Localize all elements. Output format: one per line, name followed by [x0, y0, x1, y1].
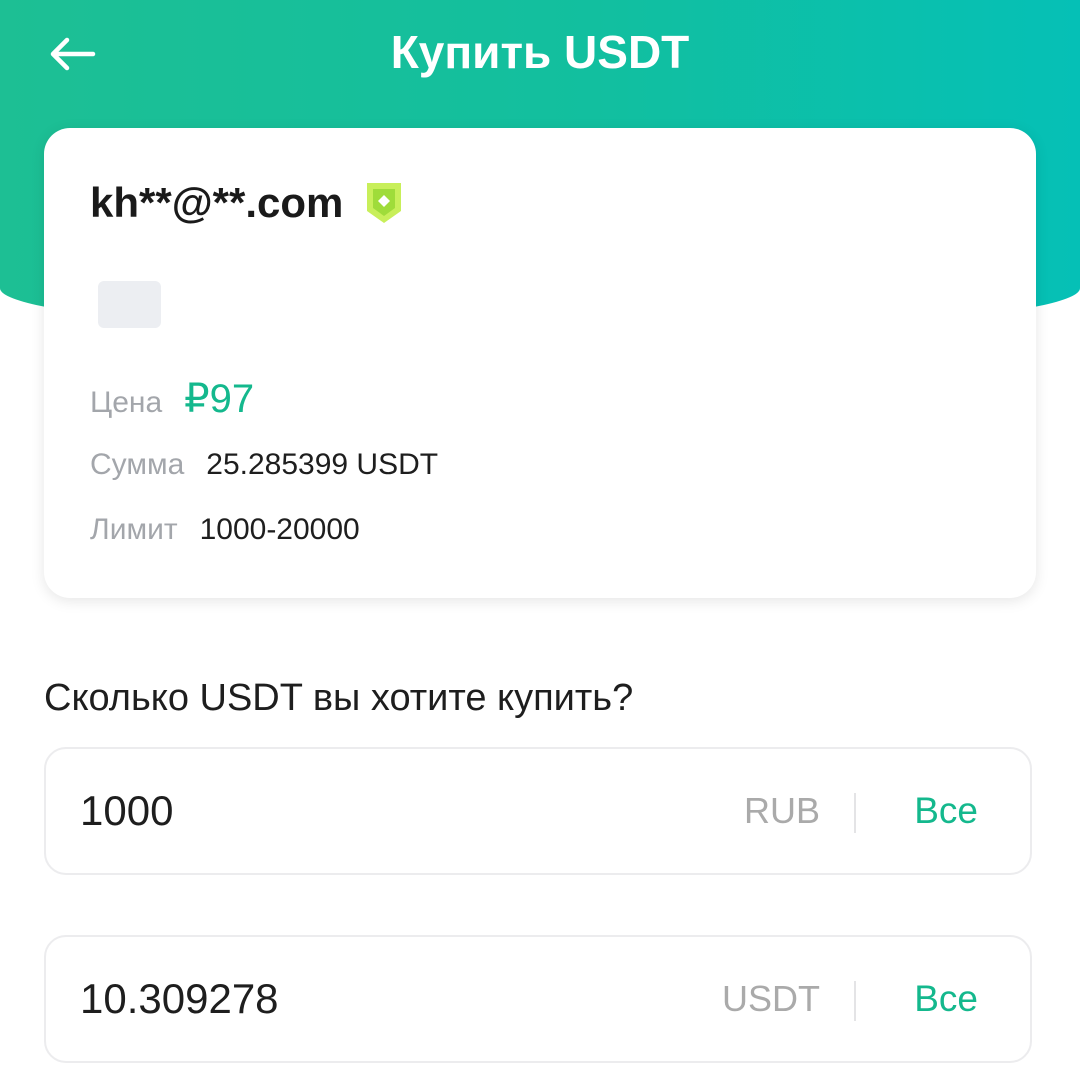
seller-name-row: kh**@**.com [90, 178, 403, 228]
amount-row: Сумма 25.285399 USDT [90, 448, 438, 482]
rub-currency-label: RUB [743, 790, 820, 831]
price-value: ₽97 [184, 377, 255, 421]
usdt-amount-input[interactable] [80, 937, 640, 1061]
limit-label: Лимит [90, 513, 178, 546]
rub-amount-field[interactable]: RUB Все [44, 747, 1032, 875]
amount-label: Сумма [90, 448, 185, 481]
rub-amount-input[interactable] [80, 749, 640, 873]
price-label: Цена [90, 386, 163, 419]
usdt-currency-label: USDT [722, 978, 820, 1019]
amount-value: 25.285399 USDT [206, 448, 439, 481]
limit-row: Лимит 1000-20000 [90, 513, 360, 547]
usdt-amount-field[interactable]: USDT Все [44, 935, 1032, 1063]
usdt-all-button[interactable]: Все [914, 937, 978, 1061]
rub-all-button[interactable]: Все [914, 749, 978, 873]
field-divider [854, 793, 856, 833]
page-title: Купить USDT [390, 26, 690, 78]
field-divider [854, 981, 856, 1021]
price-row: Цена ₽97 [90, 376, 254, 422]
seller-name: kh**@**.com [90, 179, 344, 226]
limit-value: 1000-20000 [199, 513, 360, 546]
payment-method-placeholder [98, 281, 161, 328]
seller-card: kh**@**.com Цена ₽97 Сумма 25.285399 USD… [44, 128, 1036, 598]
purchase-question: Сколько USDT вы хотите купить? [44, 677, 634, 719]
shield-verified-icon [365, 181, 403, 225]
